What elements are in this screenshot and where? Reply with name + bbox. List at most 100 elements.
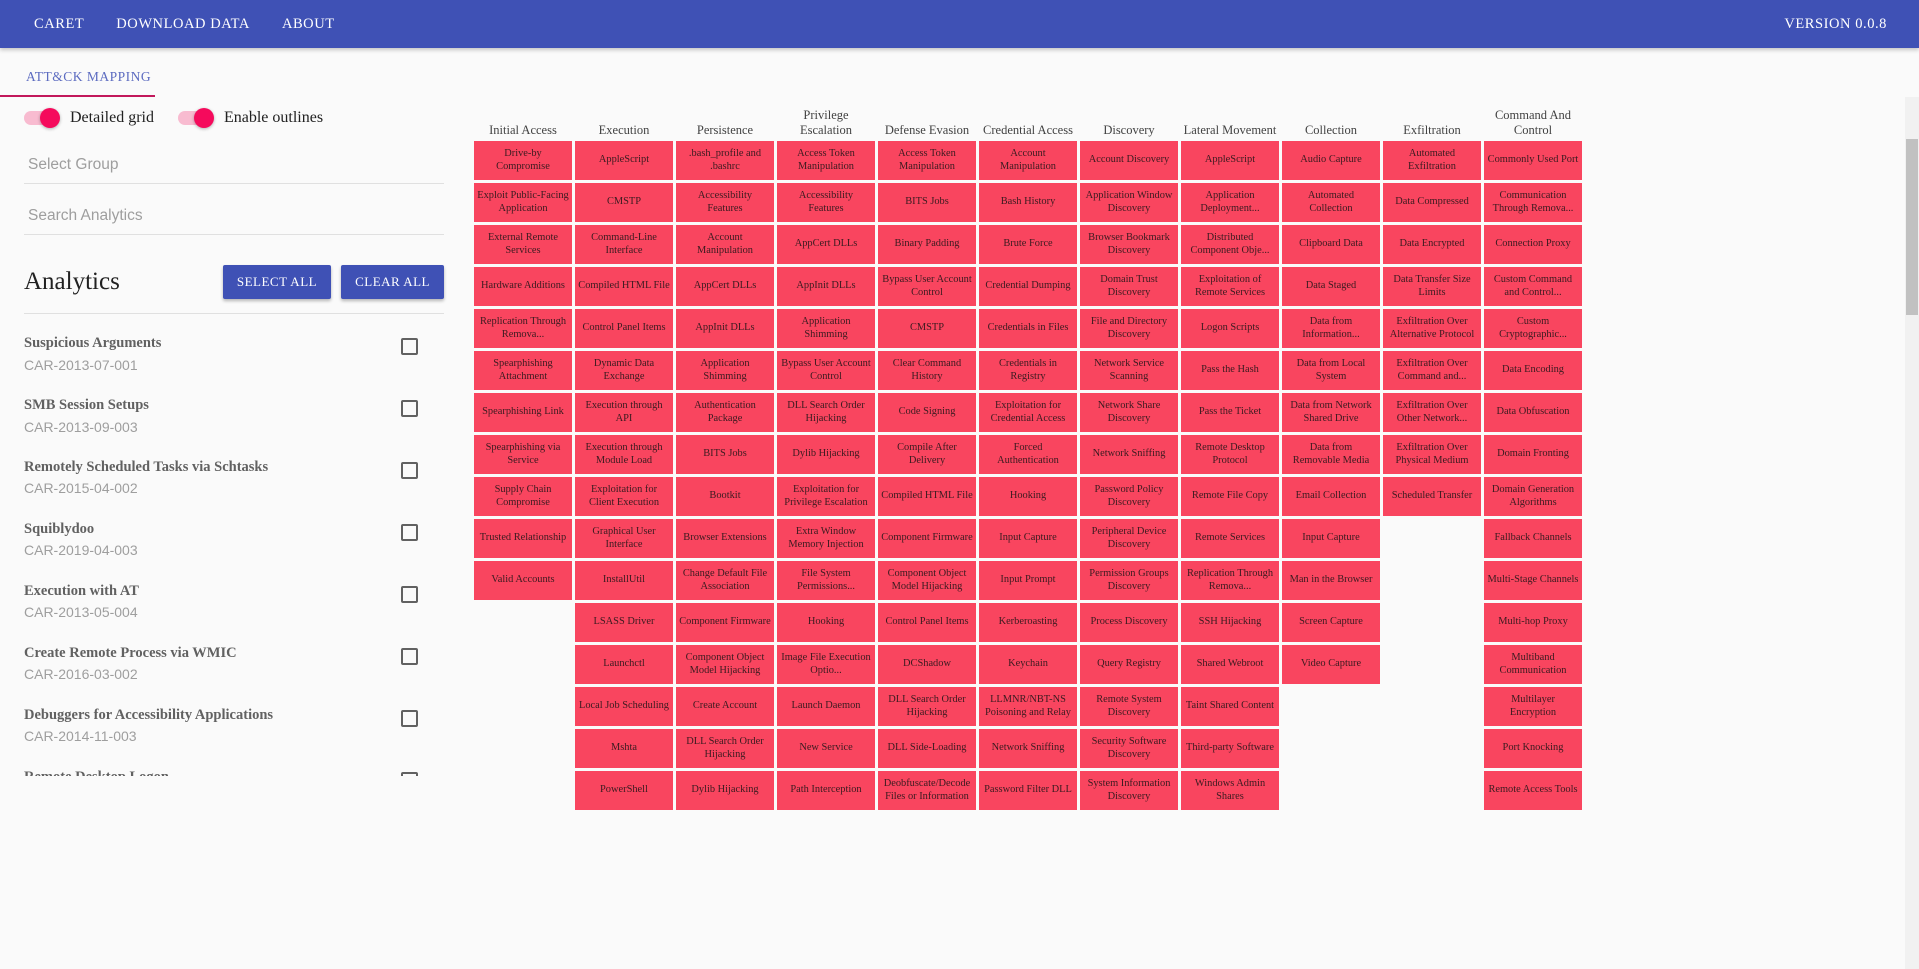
matrix-technique-cell[interactable]: AppInit DLLs xyxy=(676,309,774,348)
matrix-technique-cell[interactable]: BITS Jobs xyxy=(878,183,976,222)
detailed-grid-switch-track[interactable] xyxy=(24,108,60,128)
matrix-technique-cell[interactable]: Data Obfuscation xyxy=(1484,393,1582,432)
matrix-technique-cell[interactable]: Clear Command History xyxy=(878,351,976,390)
matrix-technique-cell[interactable]: Spearphishing via Service xyxy=(474,435,572,474)
matrix-technique-cell[interactable]: Remote Desktop Protocol xyxy=(1181,435,1279,474)
matrix-technique-cell[interactable]: System Information Discovery xyxy=(1080,771,1178,810)
matrix-technique-cell[interactable]: Application Shimming xyxy=(676,351,774,390)
matrix-technique-cell[interactable]: Windows Admin Shares xyxy=(1181,771,1279,810)
matrix-technique-cell[interactable]: Exfiltration Over Alternative Protocol xyxy=(1383,309,1481,348)
matrix-technique-cell[interactable]: Connection Proxy xyxy=(1484,225,1582,264)
matrix-technique-cell[interactable]: LLMNR/NBT-NS Poisoning and Relay xyxy=(979,687,1077,726)
matrix-technique-cell[interactable]: Hooking xyxy=(979,477,1077,516)
matrix-technique-cell[interactable]: Application Window Discovery xyxy=(1080,183,1178,222)
matrix-technique-cell[interactable]: Component Firmware xyxy=(676,603,774,642)
matrix-technique-cell[interactable]: Account Manipulation xyxy=(979,141,1077,180)
matrix-technique-cell[interactable]: Multiband Communication xyxy=(1484,645,1582,684)
matrix-technique-cell[interactable]: File and Directory Discovery xyxy=(1080,309,1178,348)
matrix-technique-cell[interactable]: Access Token Manipulation xyxy=(777,141,875,180)
matrix-technique-cell[interactable]: DCShadow xyxy=(878,645,976,684)
matrix-technique-cell[interactable]: Data Staged xyxy=(1282,267,1380,306)
analytic-checkbox[interactable] xyxy=(401,461,418,479)
matrix-technique-cell[interactable]: Exploitation for Credential Access xyxy=(979,393,1077,432)
matrix-technique-cell[interactable]: Command-Line Interface xyxy=(575,225,673,264)
list-item[interactable]: Create Remote Process via WMIC CAR-2016-0… xyxy=(24,638,444,700)
matrix-technique-cell[interactable]: Network Share Discovery xyxy=(1080,393,1178,432)
analytic-checkbox[interactable] xyxy=(401,523,418,541)
matrix-technique-cell[interactable]: Application Deployment... xyxy=(1181,183,1279,222)
matrix-technique-cell[interactable]: Create Account xyxy=(676,687,774,726)
matrix-technique-cell[interactable]: AppInit DLLs xyxy=(777,267,875,306)
matrix-technique-cell[interactable]: Data Transfer Size Limits xyxy=(1383,267,1481,306)
matrix-technique-cell[interactable]: Pass the Hash xyxy=(1181,351,1279,390)
select-all-button[interactable]: SELECT ALL xyxy=(222,265,332,299)
matrix-technique-cell[interactable]: SSH Hijacking xyxy=(1181,603,1279,642)
clear-all-button[interactable]: CLEAR ALL xyxy=(341,265,444,299)
matrix-technique-cell[interactable]: Pass the Ticket xyxy=(1181,393,1279,432)
matrix-technique-cell[interactable]: Credential Dumping xyxy=(979,267,1077,306)
select-group-input[interactable] xyxy=(26,155,442,175)
matrix-technique-cell[interactable]: CMSTP xyxy=(878,309,976,348)
matrix-technique-cell[interactable]: Access Token Manipulation xyxy=(878,141,976,180)
list-item[interactable]: Suspicious Arguments CAR-2013-07-001 xyxy=(24,328,444,390)
matrix-technique-cell[interactable]: Email Collection xyxy=(1282,477,1380,516)
matrix-technique-cell[interactable]: Taint Shared Content xyxy=(1181,687,1279,726)
matrix-technique-cell[interactable]: Control Panel Items xyxy=(575,309,673,348)
analytic-checkbox[interactable] xyxy=(401,585,418,603)
matrix-technique-cell[interactable]: Domain Trust Discovery xyxy=(1080,267,1178,306)
nav-caret[interactable]: CARET xyxy=(18,8,100,41)
matrix-technique-cell[interactable]: Port Knocking xyxy=(1484,729,1582,768)
analytic-checkbox[interactable] xyxy=(401,338,418,355)
matrix-technique-cell[interactable]: Component Firmware xyxy=(878,519,976,558)
matrix-technique-cell[interactable]: Data from Information... xyxy=(1282,309,1380,348)
matrix-technique-cell[interactable]: Exfiltration Over Other Network... xyxy=(1383,393,1481,432)
matrix-technique-cell[interactable]: Logon Scripts xyxy=(1181,309,1279,348)
toggle-detailed-grid[interactable]: Detailed grid xyxy=(24,108,154,128)
matrix-technique-cell[interactable]: Application Shimming xyxy=(777,309,875,348)
matrix-technique-cell[interactable]: Peripheral Device Discovery xyxy=(1080,519,1178,558)
matrix-technique-cell[interactable]: Graphical User Interface xyxy=(575,519,673,558)
matrix-technique-cell[interactable]: Credentials in Registry xyxy=(979,351,1077,390)
matrix-technique-cell[interactable]: Data Compressed xyxy=(1383,183,1481,222)
matrix-technique-cell[interactable]: Image File Execution Optio... xyxy=(777,645,875,684)
matrix-technique-cell[interactable]: Domain Fronting xyxy=(1484,435,1582,474)
matrix-technique-cell[interactable]: Remote Services xyxy=(1181,519,1279,558)
matrix-technique-cell[interactable]: CMSTP xyxy=(575,183,673,222)
matrix-technique-cell[interactable]: Launchctl xyxy=(575,645,673,684)
matrix-technique-cell[interactable]: Third-party Software xyxy=(1181,729,1279,768)
matrix-technique-cell[interactable]: Password Policy Discovery xyxy=(1080,477,1178,516)
matrix-technique-cell[interactable]: Custom Command and Control... xyxy=(1484,267,1582,306)
matrix-technique-cell[interactable]: Audio Capture xyxy=(1282,141,1380,180)
matrix-technique-cell[interactable]: LSASS Driver xyxy=(575,603,673,642)
matrix-technique-cell[interactable]: Multilayer Encryption xyxy=(1484,687,1582,726)
matrix-technique-cell[interactable]: Browser Bookmark Discovery xyxy=(1080,225,1178,264)
matrix-technique-cell[interactable]: Distributed Component Obje... xyxy=(1181,225,1279,264)
matrix-technique-cell[interactable]: Account Manipulation xyxy=(676,225,774,264)
toggle-enable-outlines[interactable]: Enable outlines xyxy=(177,108,323,128)
matrix-technique-cell[interactable]: Domain Generation Algorithms xyxy=(1484,477,1582,516)
matrix-technique-cell[interactable]: Data from Removable Media xyxy=(1282,435,1380,474)
matrix-technique-cell[interactable]: Exfiltration Over Physical Medium xyxy=(1383,435,1481,474)
attack-matrix-area[interactable]: Initial Access Drive-by Compromise Exploit… xyxy=(468,97,1919,969)
matrix-technique-cell[interactable]: Code Signing xyxy=(878,393,976,432)
matrix-technique-cell[interactable]: Exfiltration Over Command and... xyxy=(1383,351,1481,390)
matrix-technique-cell[interactable]: Network Sniffing xyxy=(1080,435,1178,474)
matrix-technique-cell[interactable]: Remote Access Tools xyxy=(1484,771,1582,810)
search-analytics-input[interactable] xyxy=(26,206,442,226)
matrix-technique-cell[interactable]: Exploitation of Remote Services xyxy=(1181,267,1279,306)
matrix-technique-cell[interactable]: External Remote Services xyxy=(474,225,572,264)
enable-outlines-switch-track[interactable] xyxy=(177,108,214,128)
list-item[interactable]: Debuggers for Accessibility Applications… xyxy=(24,700,444,762)
nav-about[interactable]: ABOUT xyxy=(266,8,351,41)
analytic-checkbox[interactable] xyxy=(401,709,418,727)
matrix-technique-cell[interactable]: Network Sniffing xyxy=(979,729,1077,768)
matrix-technique-cell[interactable]: Data from Local System xyxy=(1282,351,1380,390)
matrix-technique-cell[interactable]: Authentication Package xyxy=(676,393,774,432)
analytic-checkbox[interactable] xyxy=(401,399,418,417)
matrix-technique-cell[interactable]: Compiled HTML File xyxy=(878,477,976,516)
analytics-list[interactable]: Suspicious Arguments CAR-2013-07-001 SMB S… xyxy=(24,314,444,776)
analytic-checkbox[interactable] xyxy=(401,647,418,665)
matrix-technique-cell[interactable]: Fallback Channels xyxy=(1484,519,1582,558)
matrix-technique-cell[interactable]: Bootkit xyxy=(676,477,774,516)
matrix-technique-cell[interactable]: AppCert DLLs xyxy=(676,267,774,306)
